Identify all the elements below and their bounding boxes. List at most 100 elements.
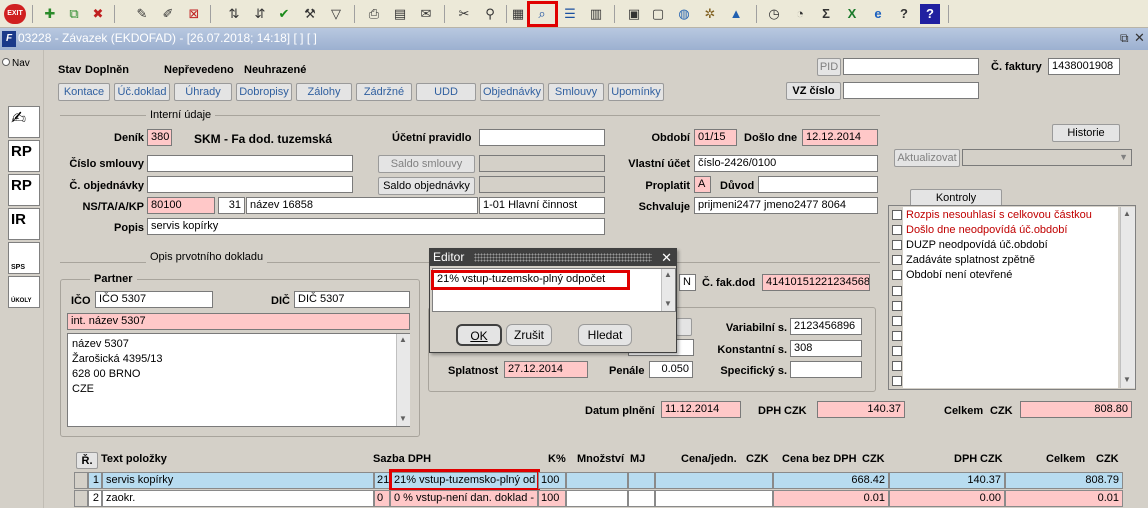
ukoly-icon[interactable]: ÚKOLY [8, 276, 40, 308]
row-mnozstvi[interactable] [566, 490, 628, 507]
variabilni-field[interactable]: 2123456896 [790, 318, 862, 335]
saldo-objednavky-button[interactable]: Saldo objednávky [378, 177, 475, 195]
check-checkbox[interactable] [892, 361, 902, 371]
saldo-smlouvy-button[interactable]: Saldo smlouvy [378, 155, 475, 173]
check-checkbox[interactable] [892, 346, 902, 356]
n-field[interactable]: N [679, 274, 696, 291]
tab-zalohy[interactable]: Zálohy [296, 83, 352, 101]
historie-button[interactable]: Historie [1052, 124, 1120, 142]
dph-total-field[interactable]: 140.37 [817, 401, 905, 418]
penale-field[interactable]: 0.050 [649, 361, 693, 378]
edit-all-icon[interactable]: ✐ [158, 4, 178, 24]
close-icon[interactable]: ✕ [661, 249, 672, 266]
specificky-field[interactable] [790, 361, 862, 378]
clock-icon[interactable]: ◷ [764, 4, 784, 24]
print-icon[interactable]: ⎙ [364, 4, 384, 24]
int-nazev-field[interactable]: int. název 5307 [67, 313, 410, 330]
address-box[interactable]: název 5307 Žarošická 4395/13 628 00 BRNO… [67, 333, 410, 427]
add-record-icon[interactable]: ✚ [40, 4, 60, 24]
calc-icon[interactable]: ▦ [508, 4, 528, 24]
row-dph[interactable]: 0.00 [889, 490, 1005, 507]
ucetni-pravidlo-field[interactable] [479, 129, 605, 146]
rp-eu-icon[interactable]: RP [8, 174, 40, 206]
scroll-down-icon[interactable]: ▼ [1123, 375, 1131, 384]
row-sazba-code[interactable]: 0 [374, 490, 390, 507]
dic-field[interactable]: DIČ 5307 [294, 291, 410, 308]
check-checkbox[interactable] [892, 210, 902, 220]
obdobi-field[interactable]: 01/15 [694, 129, 737, 146]
rp-cz-icon[interactable]: RP [8, 140, 40, 172]
zrusit-button[interactable]: Zrušit [506, 324, 552, 346]
settings-icon[interactable]: ✲ [700, 4, 720, 24]
scroll-down-icon[interactable]: ▼ [664, 299, 672, 308]
scroll-up-icon[interactable]: ▲ [1123, 209, 1131, 218]
scroll-up-icon[interactable]: ▲ [399, 335, 407, 344]
editor-scrollbar[interactable]: ▲ ▼ [661, 269, 675, 311]
row-selector[interactable] [74, 472, 88, 489]
splatnost-field[interactable]: 27.12.2014 [504, 361, 588, 378]
context-help-icon[interactable]: ? [920, 4, 940, 24]
tab-udd[interactable]: UDD [416, 83, 476, 101]
row-celkem[interactable]: 0.01 [1005, 490, 1123, 507]
c-objednavky-field[interactable] [147, 176, 353, 193]
tab-upominky[interactable]: Upomínky [608, 83, 664, 101]
delete-record-icon[interactable]: ✖ [88, 4, 108, 24]
row-k[interactable]: 100 [538, 472, 566, 489]
tab-uhrady[interactable]: Úhrady [174, 83, 232, 101]
check-checkbox[interactable] [892, 376, 902, 386]
aktualizovat-button[interactable]: Aktualizovat [894, 149, 960, 167]
cislo-faktury-field[interactable]: 1438001908 [1048, 58, 1120, 75]
kp-field[interactable]: 1-01 Hlavní činnost [479, 197, 605, 214]
row-dph[interactable]: 140.37 [889, 472, 1005, 489]
ico-field[interactable]: IČO 5307 [95, 291, 213, 308]
aktualizovat-dropdown[interactable]: ▼ [962, 149, 1132, 166]
cancel-edit-icon[interactable]: ⊠ [184, 4, 204, 24]
cislo-smlouvy-field[interactable] [147, 155, 353, 172]
scroll-down-icon[interactable]: ▼ [399, 414, 407, 423]
confirm-check-icon[interactable]: ✔ [274, 4, 294, 24]
denik-field[interactable]: 380 [147, 129, 172, 146]
konstantni-field[interactable]: 308 [790, 340, 862, 357]
signature-icon[interactable]: ✍ [8, 106, 40, 138]
check-checkbox[interactable] [892, 286, 902, 296]
grid-header-r[interactable]: Ř. [76, 452, 98, 469]
tools-icon[interactable]: ⚒ [300, 4, 320, 24]
sort-desc-icon[interactable]: ⇵ [250, 4, 270, 24]
tab-dobropisy[interactable]: Dobropisy [236, 83, 292, 101]
editor-title-bar[interactable]: Editor ✕ [430, 249, 676, 266]
check-checkbox[interactable] [892, 301, 902, 311]
row-sazba-code[interactable]: 21 [374, 472, 390, 489]
row-text[interactable]: servis kopírky [102, 472, 374, 489]
row-cena-jedn[interactable] [655, 472, 773, 489]
globe-icon[interactable]: ◍ [674, 4, 694, 24]
row-cena-jedn[interactable] [655, 490, 773, 507]
row-mj[interactable] [628, 490, 655, 507]
mail-icon[interactable]: ✉ [416, 4, 436, 24]
c-fak-dod-field[interactable]: 41410151221234568 [762, 274, 870, 291]
restore-window-icon[interactable]: ⧉ [1120, 31, 1129, 46]
sps-icon[interactable]: SPS [8, 242, 40, 274]
check-checkbox[interactable] [892, 225, 902, 235]
row-cena-bez[interactable]: 668.42 [773, 472, 889, 489]
tab-kontace[interactable]: Kontace [58, 83, 110, 101]
doslo-dne-field[interactable]: 12.12.2014 [802, 129, 878, 146]
tab-objednavky[interactable]: Objednávky [480, 83, 544, 101]
duvod-field[interactable] [758, 176, 878, 193]
tab-smlouvy[interactable]: Smlouvy [548, 83, 604, 101]
check-checkbox[interactable] [892, 316, 902, 326]
close-window-icon[interactable]: ✕ [1134, 30, 1145, 46]
row-selector[interactable] [74, 490, 88, 507]
ns-field[interactable]: 80100 [147, 197, 215, 214]
copy-record-icon[interactable]: ⧉ [64, 4, 84, 24]
vlastni-ucet-field[interactable]: číslo-2426/0100 [694, 155, 878, 172]
row-celkem[interactable]: 808.79 [1005, 472, 1123, 489]
vz-cislo-button[interactable]: VZ číslo [786, 82, 841, 100]
a-field[interactable]: název 16858 [246, 197, 478, 214]
popis-field[interactable]: servis kopírky [147, 218, 605, 235]
payment-button[interactable] [676, 318, 692, 336]
help-icon[interactable]: ? [894, 4, 914, 24]
vz-cislo-field[interactable] [843, 82, 979, 99]
attach-icon[interactable]: ⚲ [480, 4, 500, 24]
exit-icon[interactable]: EXIT [4, 4, 26, 24]
tab-uc-doklad[interactable]: Úč.doklad [114, 83, 170, 101]
